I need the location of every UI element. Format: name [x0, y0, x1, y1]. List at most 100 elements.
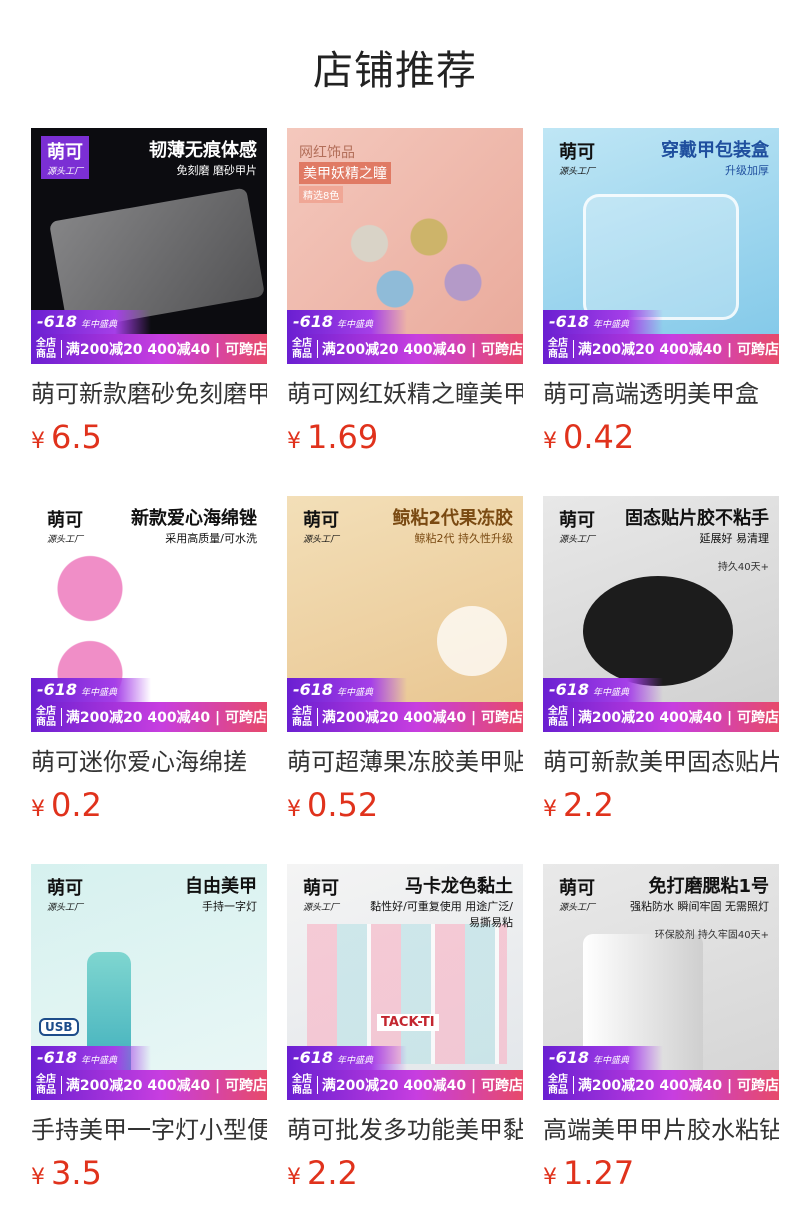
product-name[interactable]: 高端美甲甲片胶水粘钻: [543, 1110, 779, 1145]
brand-name: 萌可: [559, 878, 595, 899]
promo-banner: 全店商品 满200减20 400减40 | 可跨店: [31, 334, 267, 364]
product-name[interactable]: 萌可网红妖精之瞳美甲亮片: [287, 374, 523, 409]
product-price: ¥0.52: [287, 786, 378, 824]
image-headline: 韧薄无痕体感: [149, 140, 257, 161]
promo-event-label: -618 年中盛典: [287, 1046, 407, 1070]
promo-tag: 全店商品: [292, 1074, 312, 1096]
product-image[interactable]: 萌可 源头工厂 免打磨腮粘1号 强粘防水 瞬间牢固 无需照灯 环保胶剂 持久牢固40天+…: [543, 864, 779, 1100]
promo-banner: 全店商品 满200减20 400减40 | 可跨店: [31, 1070, 267, 1100]
product-price: ¥2.2: [287, 1154, 358, 1192]
image-extra-text: 环保胶剂 持久牢固40天+: [654, 930, 769, 941]
product-name[interactable]: 萌可批发多功能美甲黏土: [287, 1110, 523, 1145]
product-price: ¥0.42: [543, 418, 634, 456]
promo-event: -618 年中盛典: [293, 680, 374, 699]
promo-tag: 全店商品: [292, 706, 312, 728]
product-image[interactable]: 网红饰品 美甲妖精之瞳 精选8色 -618 年中盛典 全店商品 满200减20 400减40…: [287, 128, 523, 364]
brand-logo: 萌可 源头工厂: [41, 136, 90, 179]
promo-tag: 全店商品: [36, 706, 56, 728]
promo-tag: 全店商品: [548, 1074, 568, 1096]
brand-logo: 萌可 源头工厂: [553, 504, 601, 547]
promo-event-label: -618 年中盛典: [543, 678, 663, 702]
image-subline: 强粘防水 瞬间牢固 无需照灯: [630, 900, 769, 913]
promo-event: -618 年中盛典: [549, 1048, 630, 1067]
promo-divider: [573, 340, 574, 358]
price-value: 1.69: [307, 418, 379, 456]
promo-tag: 全店商品: [36, 338, 56, 360]
image-headline: 固态贴片胶不粘手: [625, 508, 769, 529]
price-value: 3.5: [51, 1154, 102, 1192]
product-name[interactable]: 萌可迷你爱心海绵搓: [31, 742, 267, 777]
product-price: ¥2.2: [543, 786, 614, 824]
image-headline: 自由美甲: [185, 876, 257, 897]
product-name[interactable]: 萌可超薄果冻胶美甲贴: [287, 742, 523, 777]
price-value: 0.52: [307, 786, 379, 824]
price-value: 0.42: [563, 418, 635, 456]
promo-text: 满200减20 400减40 | 可跨店: [577, 1078, 779, 1094]
page-title: 店铺推荐: [313, 48, 477, 94]
product-photo: [437, 606, 507, 676]
image-headline: 鲸粘2代果冻胶: [392, 508, 513, 529]
promo-event: -618 年中盛典: [549, 312, 630, 331]
image-extra-text: 精选8色: [299, 186, 344, 203]
product-card[interactable]: 萌可 源头工厂 马卡龙色黏土 黏性好/可重复使用 用途广泛/易撕易粘 TACK-TI -6…: [287, 864, 523, 1192]
brand-logo: 萌可 源头工厂: [553, 872, 601, 915]
image-headline: 新款爱心海绵锉: [131, 508, 257, 529]
image-headline: 马卡龙色黏土: [405, 876, 513, 897]
promo-banner: 全店商品 满200减20 400减40 | 可跨店: [287, 702, 523, 732]
promo-event: -618 年中盛典: [293, 1048, 374, 1067]
brand-name: 萌可: [47, 142, 83, 163]
price-value: 2.2: [307, 1154, 358, 1192]
currency-symbol: ¥: [543, 1165, 557, 1190]
image-subline: 升级加厚: [725, 164, 769, 177]
promo-divider: [317, 1076, 318, 1094]
promo-event-label: -618 年中盛典: [31, 310, 151, 334]
product-price: ¥6.5: [31, 418, 102, 456]
product-card[interactable]: 萌可 源头工厂 穿戴甲包装盒 升级加厚 -618 年中盛典 全店商品 满200减20 400减…: [543, 128, 779, 456]
brand-subtitle: 源头工厂: [47, 903, 84, 913]
product-card[interactable]: 萌可 源头工厂 韧薄无痕体感 免刻磨 磨砂甲片 -618 年中盛典 全店商品 满200减20 …: [31, 128, 267, 456]
product-card[interactable]: 萌可 源头工厂 固态贴片胶不粘手 延展好 易清理 持久40天+ -618 年中盛典 全店商品满…: [543, 496, 779, 824]
product-image[interactable]: 萌可 源头工厂 固态贴片胶不粘手 延展好 易清理 持久40天+ -618 年中盛典 全店商品满…: [543, 496, 779, 732]
currency-symbol: ¥: [287, 797, 301, 822]
product-card[interactable]: 萌可 源头工厂 新款爱心海绵锉 采用高质量/可水洗 -618 年中盛典 全店商品 满200减2…: [31, 496, 267, 824]
promo-tag: 全店商品: [548, 706, 568, 728]
brand-logo: 萌可 源头工厂: [553, 136, 601, 179]
image-subline: 延展好 易清理: [699, 532, 770, 545]
currency-symbol: ¥: [543, 797, 557, 822]
brand-name: 萌可: [47, 510, 83, 531]
currency-symbol: ¥: [543, 429, 557, 454]
promo-divider: [317, 708, 318, 726]
product-name[interactable]: 萌可高端透明美甲盒: [543, 374, 779, 409]
price-value: 0.2: [51, 786, 102, 824]
promo-banner: 全店商品 满200减20 400减40 | 可跨店: [31, 702, 267, 732]
product-image[interactable]: 萌可 源头工厂 韧薄无痕体感 免刻磨 磨砂甲片 -618 年中盛典 全店商品 满200减20 …: [31, 128, 267, 364]
product-image[interactable]: 萌可 源头工厂 自由美甲 手持一字灯 USB -618 年中盛典 全店商品 满200减20 40…: [31, 864, 267, 1100]
brand-subtitle: 源头工厂: [303, 903, 340, 913]
promo-divider: [573, 1076, 574, 1094]
product-photo: [583, 576, 733, 686]
promo-event-label: -618 年中盛典: [287, 310, 407, 334]
product-card[interactable]: 网红饰品 美甲妖精之瞳 精选8色 -618 年中盛典 全店商品 满200减20 400减40…: [287, 128, 523, 456]
product-name[interactable]: 萌可新款磨砂免刻磨甲片: [31, 374, 267, 409]
product-image[interactable]: 萌可 源头工厂 新款爱心海绵锉 采用高质量/可水洗 -618 年中盛典 全店商品 满200减2…: [31, 496, 267, 732]
product-image[interactable]: 萌可 源头工厂 鲸粘2代果冻胶 鲸粘2代 持久性升级 -618 年中盛典 全店商品 满200减…: [287, 496, 523, 732]
currency-symbol: ¥: [287, 1165, 301, 1190]
product-name[interactable]: 萌可新款美甲固态贴片胶: [543, 742, 779, 777]
promo-tag: 全店商品: [36, 1074, 56, 1096]
promo-text: 满200减20 400减40 | 可跨店: [577, 342, 779, 358]
product-image[interactable]: 萌可 源头工厂 马卡龙色黏土 黏性好/可重复使用 用途广泛/易撕易粘 TACK-TI -6…: [287, 864, 523, 1100]
product-name[interactable]: 手持美甲一字灯小型便携: [31, 1110, 267, 1145]
promo-event-label: -618 年中盛典: [31, 1046, 151, 1070]
promo-divider: [61, 1076, 62, 1094]
product-card[interactable]: 萌可 源头工厂 自由美甲 手持一字灯 USB -618 年中盛典 全店商品 满200减20 40…: [31, 864, 267, 1192]
product-photo: [307, 924, 507, 1064]
product-price: ¥1.69: [287, 418, 378, 456]
product-image[interactable]: 萌可 源头工厂 穿戴甲包装盒 升级加厚 -618 年中盛典 全店商品 满200减20 400减…: [543, 128, 779, 364]
promo-text: 满200减20 400减40 | 可跨店: [65, 1078, 267, 1094]
promo-text: 满200减20 400减40 | 可跨店: [65, 342, 267, 358]
promo-event-label: -618 年中盛典: [543, 310, 663, 334]
brand-name: 萌可: [47, 878, 83, 899]
product-card[interactable]: 萌可 源头工厂 免打磨腮粘1号 强粘防水 瞬间牢固 无需照灯 环保胶剂 持久牢固40天+…: [543, 864, 779, 1192]
product-card[interactable]: 萌可 源头工厂 鲸粘2代果冻胶 鲸粘2代 持久性升级 -618 年中盛典 全店商品 满200减…: [287, 496, 523, 824]
image-extra-text: 持久40天+: [717, 562, 769, 573]
